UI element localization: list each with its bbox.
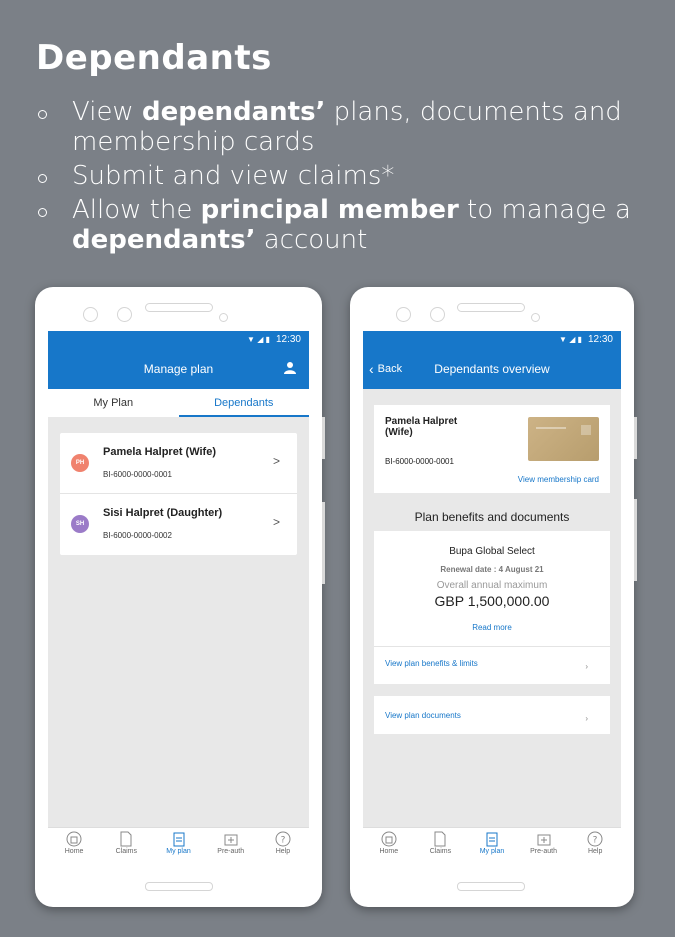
help-icon: ? bbox=[275, 831, 291, 847]
dependant-id: BI-6000-0000-0001 bbox=[103, 470, 172, 479]
member-id: BI-6000-0000-0001 bbox=[385, 457, 454, 466]
volume-button bbox=[634, 417, 637, 459]
nav-my-plan[interactable]: My plan bbox=[152, 828, 204, 863]
nav-pre-auth[interactable]: Pre-auth bbox=[205, 828, 257, 863]
status-time: 12:30 bbox=[275, 334, 301, 345]
chevron-right-icon: > bbox=[272, 515, 280, 529]
tab-dependants[interactable]: Dependants bbox=[178, 389, 309, 417]
document-icon bbox=[434, 831, 446, 847]
nav-pre-auth[interactable]: Pre-auth bbox=[518, 828, 570, 863]
bottom-nav: Home Claims My plan Pre-auth ? Help bbox=[363, 827, 621, 863]
app-bar: ‹ Back Dependants overview bbox=[363, 349, 621, 389]
renewal-date: Renewal date : 4 August 21 bbox=[440, 565, 544, 574]
sensor-icon bbox=[219, 313, 228, 322]
status-bar: ▼ ◢ ▮ 12:30 bbox=[363, 331, 621, 349]
avatar: PH bbox=[71, 454, 89, 472]
user-icon[interactable] bbox=[283, 361, 297, 375]
nav-home[interactable]: Home bbox=[363, 828, 415, 863]
view-benefits-link[interactable]: View plan benefits & limits bbox=[385, 659, 478, 668]
bullet-icon bbox=[38, 174, 47, 183]
speaker-grille bbox=[457, 303, 525, 312]
document-icon bbox=[120, 831, 132, 847]
feature-item: View dependants’ plans, documents and me… bbox=[36, 97, 656, 157]
chevron-right-icon: › bbox=[585, 714, 588, 723]
tab-my-plan[interactable]: My Plan bbox=[48, 389, 179, 417]
help-icon: ? bbox=[587, 831, 603, 847]
dependant-name: Sisi Halpret (Daughter) bbox=[103, 507, 223, 519]
list-item[interactable]: SH Sisi Halpret (Daughter) BI-6000-0000-… bbox=[60, 494, 297, 555]
chevron-left-icon: ‹ bbox=[369, 361, 374, 377]
phone-right: ▼ ◢ ▮ 12:30 ‹ Back Dependants overview Pam… bbox=[350, 287, 637, 907]
view-membership-card-link[interactable]: View membership card bbox=[518, 475, 599, 484]
nav-my-plan[interactable]: My plan bbox=[466, 828, 518, 863]
power-button bbox=[322, 502, 325, 584]
medical-kit-icon bbox=[224, 834, 238, 846]
plan-card: Bupa Global Select Renewal date : 4 Augu… bbox=[374, 531, 610, 684]
back-button[interactable]: ‹ Back bbox=[369, 361, 402, 377]
svg-text:?: ? bbox=[593, 836, 598, 846]
nav-claims[interactable]: Claims bbox=[415, 828, 467, 863]
feature-item: Submit and view claims* bbox=[36, 161, 656, 191]
section-title: Plan benefits and documents bbox=[414, 510, 570, 524]
home-icon bbox=[66, 831, 82, 847]
medical-kit-icon bbox=[537, 834, 551, 846]
phone-left: ▼ ◢ ▮ 12:30 Manage plan My Plan Dependant… bbox=[35, 287, 325, 907]
annual-maximum-label: Overall annual maximum bbox=[436, 580, 548, 591]
documents-card[interactable]: View plan documents › bbox=[374, 696, 610, 734]
annual-maximum-amount: GBP 1,500,000.00 bbox=[434, 593, 550, 609]
home-button[interactable] bbox=[145, 882, 213, 891]
camera-icon bbox=[117, 307, 132, 322]
divider bbox=[374, 646, 610, 647]
clipboard-icon bbox=[486, 832, 498, 847]
nav-home[interactable]: Home bbox=[48, 828, 100, 863]
power-button bbox=[634, 499, 637, 581]
plan-name: Bupa Global Select bbox=[449, 546, 535, 557]
bullet-icon bbox=[38, 208, 47, 217]
dependant-id: BI-6000-0000-0002 bbox=[103, 531, 172, 540]
camera-icon bbox=[83, 307, 98, 322]
phone-screen: ▼ ◢ ▮ 12:30 ‹ Back Dependants overview Pam… bbox=[363, 331, 621, 863]
feature-list: View dependants’ plans, documents and me… bbox=[36, 97, 656, 259]
status-time: 12:30 bbox=[587, 334, 613, 345]
view-documents-link[interactable]: View plan documents bbox=[385, 711, 461, 720]
home-icon bbox=[381, 831, 397, 847]
bullet-icon bbox=[38, 110, 47, 119]
nav-help[interactable]: ? Help bbox=[257, 828, 309, 863]
svg-text:?: ? bbox=[281, 836, 286, 846]
avatar: SH bbox=[71, 515, 89, 533]
page-title: Dependants overview bbox=[434, 362, 550, 376]
status-bar: ▼ ◢ ▮ 12:30 bbox=[48, 331, 309, 349]
camera-icon bbox=[430, 307, 445, 322]
app-bar: Manage plan bbox=[48, 349, 309, 389]
camera-icon bbox=[396, 307, 411, 322]
page-title: Manage plan bbox=[143, 362, 214, 376]
wifi-icon: ▼ ◢ ▮ bbox=[559, 335, 582, 344]
volume-button bbox=[322, 417, 325, 459]
list-item[interactable]: PH Pamela Halpret (Wife) BI-6000-0000-00… bbox=[60, 433, 297, 494]
nav-claims[interactable]: Claims bbox=[100, 828, 152, 863]
chevron-right-icon: › bbox=[585, 662, 588, 671]
speaker-grille bbox=[145, 303, 213, 312]
clipboard-icon bbox=[173, 832, 184, 847]
dependant-name: Pamela Halpret (Wife) bbox=[103, 446, 216, 458]
nav-help[interactable]: ? Help bbox=[569, 828, 621, 863]
membership-card-panel: Pamela Halpret (Wife) BI-6000-0000-0001 … bbox=[374, 405, 610, 493]
phone-screen: ▼ ◢ ▮ 12:30 Manage plan My Plan Dependant… bbox=[48, 331, 309, 863]
home-button[interactable] bbox=[457, 882, 525, 891]
sensor-icon bbox=[531, 313, 540, 322]
wifi-icon: ▼ ◢ ▮ bbox=[247, 335, 270, 344]
slide-title: Dependants bbox=[36, 38, 272, 78]
tab-bar: My Plan Dependants bbox=[48, 389, 309, 417]
dependants-list: PH Pamela Halpret (Wife) BI-6000-0000-00… bbox=[60, 433, 297, 555]
bottom-nav: Home Claims My plan Pre-auth ? Help bbox=[48, 827, 309, 863]
member-name: Pamela Halpret (Wife) bbox=[385, 416, 458, 438]
feature-item: Allow the principal member to manage a d… bbox=[36, 195, 656, 255]
chevron-right-icon: > bbox=[272, 454, 280, 468]
read-more-link[interactable]: Read more bbox=[374, 623, 610, 632]
membership-card-image[interactable] bbox=[528, 417, 599, 461]
